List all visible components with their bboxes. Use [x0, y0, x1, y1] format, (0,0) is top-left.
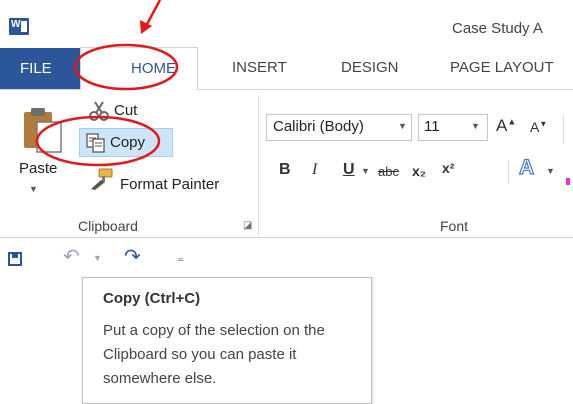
- grow-font-icon[interactable]: A▲: [496, 116, 516, 136]
- paste-button[interactable]: Paste: [19, 160, 57, 177]
- scissors-icon: [89, 101, 109, 121]
- undo-icon[interactable]: ↶: [63, 244, 80, 269]
- tooltip-line: Clipboard so you can paste it: [103, 346, 297, 363]
- document-title: Case Study A: [452, 20, 543, 37]
- copy-label: Copy: [110, 134, 146, 151]
- tab-insert[interactable]: INSERT: [232, 59, 287, 76]
- tab-home-label: HOME: [131, 60, 176, 77]
- underline-button[interactable]: U: [343, 161, 355, 179]
- paste-dropdown-icon[interactable]: ▼: [29, 184, 38, 194]
- redo-icon[interactable]: ↷: [124, 244, 141, 269]
- tab-home[interactable]: HOME: [80, 47, 198, 90]
- font-group-label: Font: [440, 218, 469, 234]
- format-painter-button[interactable]: Format Painter: [120, 176, 219, 193]
- subscript-button[interactable]: x₂: [412, 163, 426, 179]
- strikethrough-button[interactable]: abc: [378, 164, 399, 179]
- underline-dropdown-icon[interactable]: ▼: [361, 166, 370, 176]
- divider: [508, 160, 509, 184]
- chevron-down-icon[interactable]: ▼: [471, 121, 480, 131]
- clipboard-group-label: Clipboard: [78, 218, 138, 234]
- format-painter-icon: [91, 168, 113, 190]
- highlight-color-icon[interactable]: [566, 178, 570, 185]
- superscript-button[interactable]: x²: [442, 160, 454, 176]
- tab-page-layout[interactable]: PAGE LAYOUT: [450, 59, 554, 76]
- shrink-font-icon[interactable]: A▼: [530, 119, 547, 135]
- bold-button[interactable]: B: [279, 161, 291, 179]
- tooltip-line: Put a copy of the selection on the: [103, 322, 325, 339]
- chevron-down-icon[interactable]: ▼: [398, 121, 407, 131]
- font-name-value: Calibri (Body): [273, 118, 364, 135]
- tab-design[interactable]: DESIGN: [341, 59, 399, 76]
- text-effects-button[interactable]: A: [518, 155, 534, 180]
- customize-toolbar-icon[interactable]: ₌: [177, 249, 184, 266]
- group-separator: [258, 95, 259, 235]
- divider: [563, 114, 564, 144]
- clipboard-dialog-launcher-icon[interactable]: ◪: [243, 220, 252, 231]
- italic-button[interactable]: I: [312, 161, 317, 179]
- tooltip-title: Copy (Ctrl+C): [103, 290, 201, 307]
- text-effects-dropdown-icon[interactable]: ▼: [546, 166, 555, 176]
- word-app-icon[interactable]: W: [9, 18, 29, 35]
- word-logo-letter: W: [11, 19, 21, 30]
- font-size-value: 11: [424, 118, 440, 135]
- copy-icon: [86, 133, 105, 153]
- paste-icon[interactable]: [22, 106, 64, 156]
- undo-dropdown-icon[interactable]: ▼: [93, 253, 102, 263]
- tab-file[interactable]: FILE: [0, 48, 80, 89]
- tab-file-label: FILE: [20, 60, 52, 77]
- tooltip-line: somewhere else.: [103, 370, 217, 387]
- cut-button[interactable]: Cut: [114, 102, 137, 119]
- save-icon[interactable]: [8, 252, 22, 266]
